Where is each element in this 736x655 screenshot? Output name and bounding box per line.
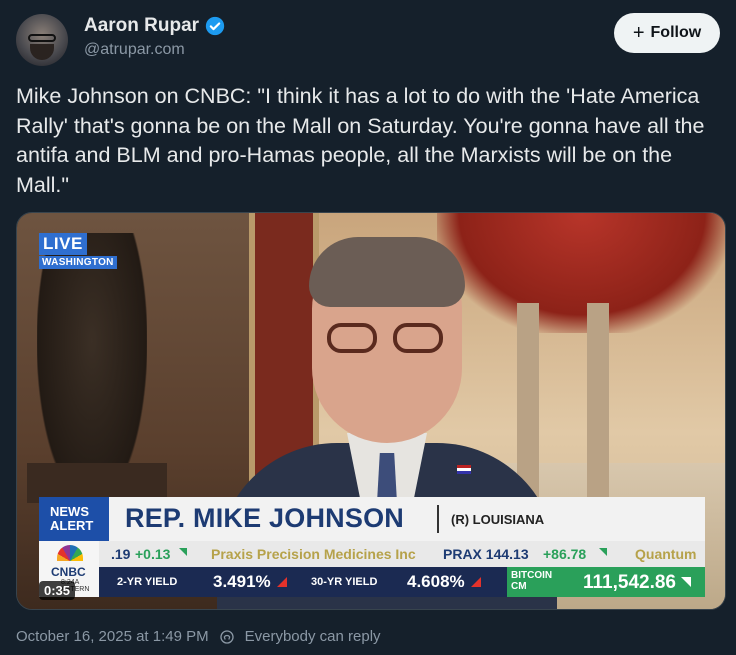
bitcoin-label-line1: BITCOIN: [511, 570, 553, 581]
speaker-name-chyron: REP. MIKE JOHNSON: [125, 503, 404, 533]
follow-button-label: Follow: [650, 24, 702, 41]
avatar-beard: [30, 44, 54, 60]
author-handle[interactable]: @atrupar.com: [84, 41, 225, 59]
down-arrow-icon: [276, 577, 287, 587]
avatar[interactable]: [16, 14, 68, 66]
bitcoin-label-line2: CM: [511, 581, 527, 592]
flag-pin: [457, 465, 471, 474]
ticker-change: +0.13: [135, 546, 171, 562]
ticker-symbol-price: PRAX 144.13: [443, 546, 529, 562]
yield-30yr-label: 30-YR YIELD: [311, 567, 377, 597]
live-location: WASHINGTON: [39, 256, 117, 269]
live-badge: LIVE WASHINGTON: [39, 233, 117, 269]
yield-2yr-value: 3.491%: [213, 572, 271, 591]
ticker-next: Quantum: [635, 546, 697, 562]
author-name-row[interactable]: Aaron Rupar: [84, 15, 225, 37]
yield-30yr-label-text: 30-YR YIELD: [311, 576, 378, 588]
plus-icon: +: [632, 22, 645, 44]
lower-third: NEWS ALERT REP. MIKE JOHNSON (R) LOUISIA…: [39, 497, 705, 541]
speaker-glasses-lens: [393, 323, 443, 353]
speaker-glasses-lens: [327, 323, 377, 353]
ticker-company: Praxis Precision Medicines Inc: [211, 546, 416, 562]
author-info: Aaron Rupar @atrupar.com: [84, 15, 225, 59]
ticker-up-arrow-icon: [179, 548, 187, 556]
yield-2yr-label-text: 2-YR YIELD: [117, 576, 178, 588]
tweet-footer: October 16, 2025 at 1:49 PM Everybody ca…: [16, 628, 381, 645]
yield-30yr-value: 4.608%: [407, 572, 465, 591]
chyron-divider: [437, 505, 439, 533]
ticker-symbol-change: +86.78: [543, 546, 587, 562]
yield-30yr: 4.608%: [407, 567, 481, 597]
ticker-bottom: 2-YR YIELD 3.491% 30-YR YIELD 4.608% BIT…: [99, 567, 705, 597]
down-arrow-icon: [470, 577, 481, 587]
avatar-glasses: [28, 34, 56, 42]
ticker-prefix: .19: [111, 546, 131, 562]
speaker-state-chyron: (R) LOUISIANA: [451, 512, 545, 527]
peacock-icon: [57, 545, 83, 561]
ticker-up-arrow-icon: [599, 548, 607, 556]
ticker-top: .19 +0.13 Praxis Precision Medicines Inc…: [39, 541, 705, 567]
news-alert-badge: NEWS ALERT: [39, 497, 109, 541]
reply-setting: Everybody can reply: [244, 628, 381, 645]
yield-2yr-label: 2-YR YIELD: [117, 567, 177, 597]
reply-setting-icon: [219, 629, 234, 644]
follow-button[interactable]: + Follow: [614, 13, 720, 53]
speaker-glasses: [327, 323, 447, 353]
news-alert-line1: NEWS: [50, 504, 89, 519]
post-timestamp[interactable]: October 16, 2025 at 1:49 PM: [16, 628, 209, 645]
bitcoin-ticker: BITCOIN CM 111,542.86: [507, 567, 705, 597]
video-player[interactable]: LIVE WASHINGTON NEWS ALERT REP. MIKE JOH…: [16, 212, 726, 610]
news-alert-line2: ALERT: [50, 518, 94, 533]
tweet-text: Mike Johnson on CNBC: "I think it has a …: [16, 84, 705, 197]
bitcoin-value: 111,542.86: [583, 572, 676, 593]
cnbc-logo-text: CNBC: [51, 565, 86, 579]
speaker-hair: [309, 237, 465, 307]
live-label: LIVE: [39, 233, 87, 255]
down-arrow-icon: [681, 577, 691, 587]
video-timestamp: 0:35: [39, 581, 76, 600]
bitcoin-label: BITCOIN CM: [511, 570, 552, 592]
yield-2yr: 3.491%: [213, 567, 287, 597]
verified-badge-icon: [205, 16, 225, 36]
author-display-name[interactable]: Aaron Rupar: [84, 15, 199, 37]
tweet-header: Aaron Rupar @atrupar.com + Follow: [16, 12, 720, 70]
